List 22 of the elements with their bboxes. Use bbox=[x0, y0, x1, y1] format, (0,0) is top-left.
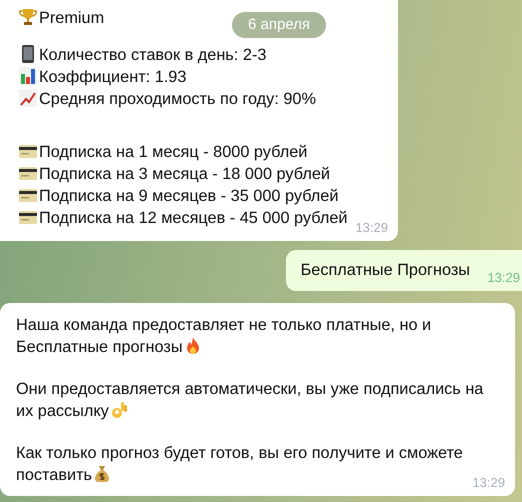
message-time: 13:29 bbox=[472, 475, 505, 490]
message-text: Коэффициент: 1.93 bbox=[39, 68, 186, 86]
message-time: 13:29 bbox=[355, 220, 388, 235]
message-text: Средняя проходимость по году: 90% bbox=[39, 90, 316, 108]
trend-chart-icon bbox=[18, 88, 38, 108]
message-text: Они предоставляется автоматически, вы уже подписались на bbox=[16, 380, 484, 398]
message-text: Бесплатные прогнозы bbox=[16, 338, 183, 356]
date-badge: 6 апреля bbox=[232, 12, 326, 38]
message-text: Как только прогноз будет готов, вы его получите и сможете bbox=[16, 444, 463, 462]
message-text: Количество ставок в день: 2-3 bbox=[39, 46, 266, 64]
message-text: Подписка на 3 месяца - 18 000 рублей bbox=[39, 165, 330, 183]
message-text: Подписка на 1 месяц - 8000 рублей bbox=[39, 143, 308, 161]
message-text: Наша команда предоставляет не только платные, но и bbox=[16, 316, 432, 334]
message-text: Premium bbox=[39, 9, 104, 27]
message-time: 13:29 bbox=[487, 270, 520, 285]
bar-chart-icon bbox=[18, 66, 38, 86]
message-text: поставить bbox=[16, 466, 92, 484]
message-text: их рассылку bbox=[16, 402, 109, 420]
message-text: Подписка на 12 месяцев - 45 000 рублей bbox=[39, 209, 348, 227]
message-text: Подписка на 9 месяцев - 35 000 рублей bbox=[39, 187, 338, 205]
message-text: Бесплатные Прогнозы bbox=[300, 261, 470, 279]
trophy-icon bbox=[18, 7, 38, 27]
